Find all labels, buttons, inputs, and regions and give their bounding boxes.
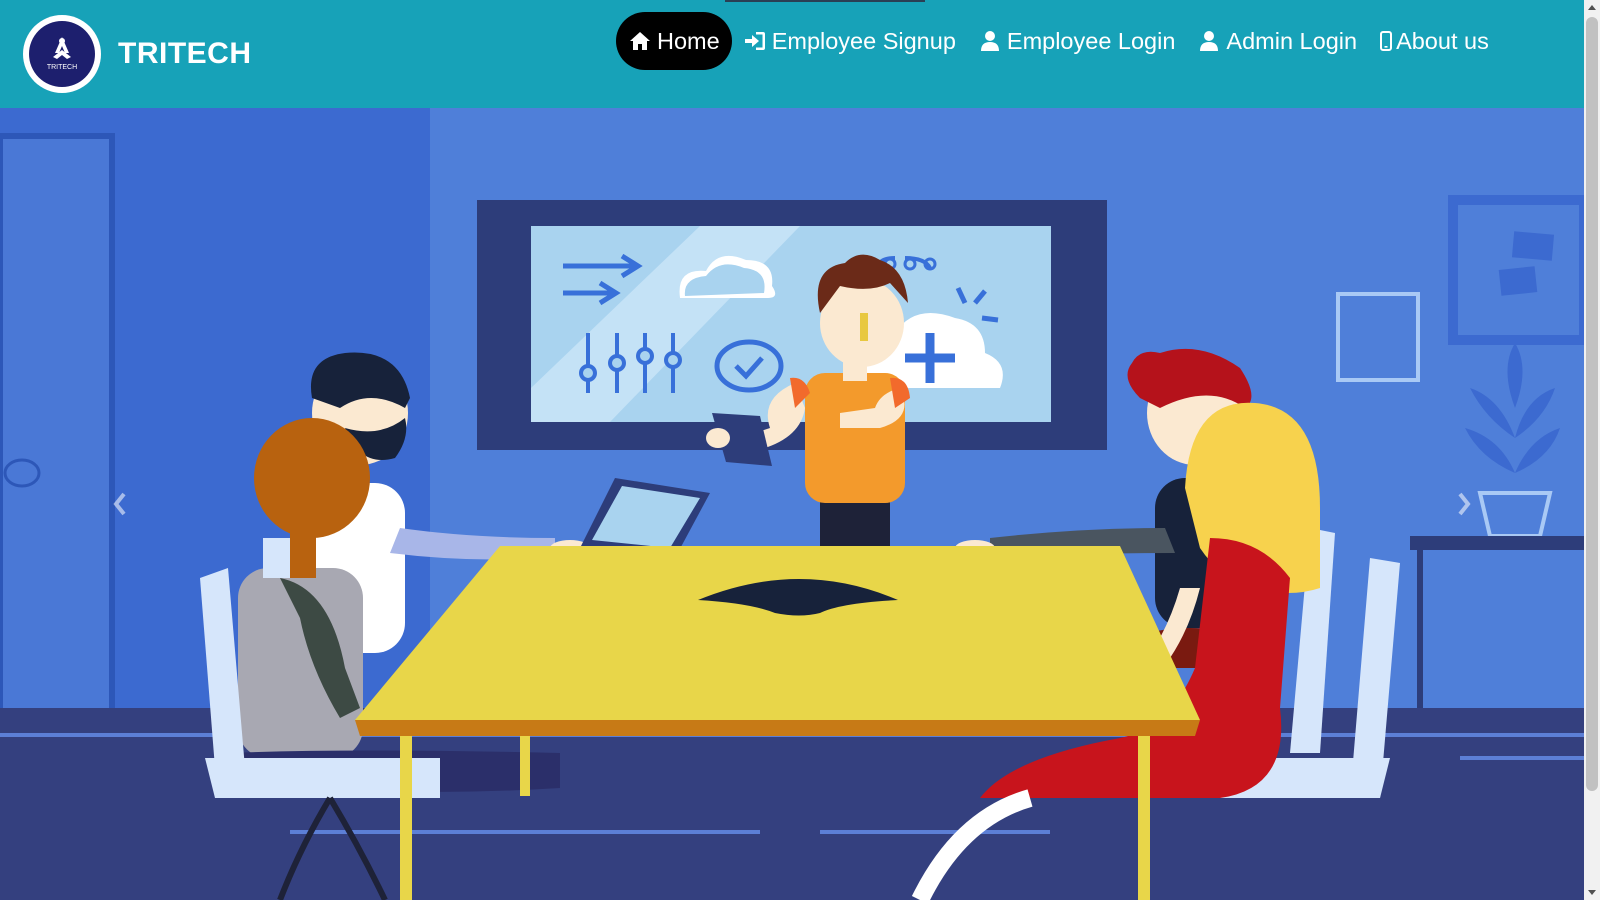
- mobile-icon: [1379, 29, 1393, 53]
- logo-emblem: TRITECH: [29, 21, 95, 87]
- carousel-prev-control[interactable]: [0, 108, 240, 900]
- logo-emblem-icon: TRITECH: [47, 37, 77, 71]
- hero-carousel: [0, 108, 1584, 900]
- nav-employee-signup[interactable]: Employee Signup: [732, 12, 967, 70]
- chevron-left-icon: [113, 492, 126, 516]
- top-accent-line: [725, 0, 925, 2]
- user-icon: [978, 29, 1002, 53]
- scroll-up-arrow[interactable]: [1588, 5, 1596, 10]
- brand-link[interactable]: TRITECH TRITECH: [23, 15, 252, 93]
- nav-employee-signup-label: Employee Signup: [771, 27, 956, 54]
- nav-home-label: Home: [657, 27, 720, 54]
- navbar: TRITECH TRITECH Home Employee Signup Emp…: [0, 0, 1584, 108]
- nav-admin-login-label: Admin Login: [1226, 27, 1358, 54]
- scroll-thumb[interactable]: [1586, 17, 1598, 791]
- user-icon: [1197, 29, 1221, 53]
- chevron-right-icon: [1458, 492, 1471, 516]
- nav-employee-login[interactable]: Employee Login: [967, 12, 1187, 70]
- home-icon: [628, 29, 652, 53]
- nav-admin-login[interactable]: Admin Login: [1186, 12, 1368, 70]
- sign-in-icon: [743, 29, 767, 53]
- main-nav: Home Employee Signup Employee Login Admi…: [616, 12, 1500, 70]
- page-scrollbar[interactable]: [1584, 0, 1600, 900]
- brand-name: TRITECH: [118, 37, 252, 70]
- scroll-down-arrow[interactable]: [1588, 890, 1596, 895]
- brand-logo: TRITECH: [23, 15, 101, 93]
- nav-home[interactable]: Home: [616, 12, 732, 70]
- nav-employee-login-label: Employee Login: [1006, 27, 1176, 54]
- carousel-next-control[interactable]: [1344, 108, 1584, 900]
- logo-text: TRITECH: [47, 64, 77, 71]
- nav-about-us[interactable]: About us: [1368, 12, 1500, 70]
- nav-about-us-label: About us: [1396, 27, 1489, 54]
